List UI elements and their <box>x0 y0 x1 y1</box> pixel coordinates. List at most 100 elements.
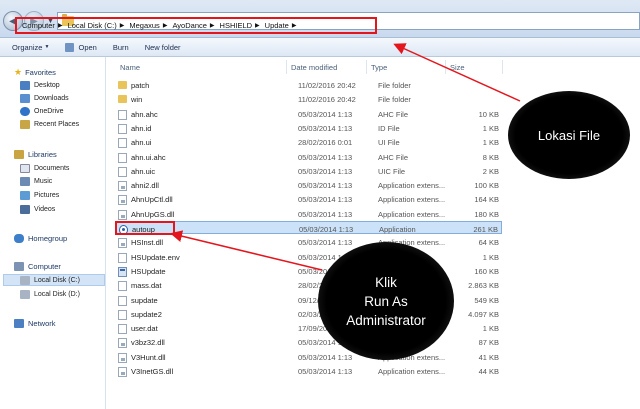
file-date: 17/09/20 <box>298 324 328 334</box>
file-row[interactable]: AhnUpGS.dll 05/03/2014 1:13 Application ex… <box>116 207 502 220</box>
file-size: 64 KB <box>478 238 499 248</box>
breadcrumb-separator-icon[interactable]: ▶ <box>58 22 63 29</box>
nav-item-local-disk-d[interactable]: Local Disk (D:) <box>20 290 80 299</box>
file-row[interactable]: V3Hunt.dll 05/03/2014 1:13 Application ext… <box>116 350 502 363</box>
folder-icon <box>118 95 127 104</box>
file-type: File folder <box>378 95 411 105</box>
breadcrumb-item[interactable]: AyoDance <box>172 21 206 30</box>
breadcrumb[interactable]: Computer ▶ Local Disk (C:) ▶ Megaxus ▶ AyoDanc… <box>15 17 377 34</box>
organize-button[interactable]: Organize ▼ <box>12 43 49 52</box>
nav-item-onedrive[interactable]: OneDrive <box>20 107 64 116</box>
music-icon <box>20 177 30 186</box>
column-header-size[interactable]: Size <box>450 63 465 72</box>
file-row[interactable]: ahn.ui.ahc 05/03/2014 1:13 AHC File 8 KB <box>116 150 502 163</box>
file-row[interactable]: v3bz32.dll 05/03/2014 1:13 87 KB <box>116 335 502 349</box>
nav-item-local-disk-c[interactable]: Local Disk (C:) <box>20 276 80 285</box>
column-divider[interactable] <box>445 60 446 74</box>
file-row[interactable]: HSUpdate.env 05/03/2014 1:13 1 KB <box>116 250 502 263</box>
column-divider[interactable] <box>502 60 503 74</box>
klik-text-line: Administrator <box>346 312 426 328</box>
nav-item-label: Downloads <box>34 95 69 102</box>
file-size: 2.863 KB <box>468 281 499 291</box>
breadcrumb-separator-icon[interactable]: ▶ <box>210 22 215 29</box>
breadcrumb-separator-icon[interactable]: ▶ <box>255 22 260 29</box>
nav-item-label: Music <box>34 178 53 185</box>
nav-item-pictures[interactable]: Pictures <box>20 191 59 200</box>
cloud-icon <box>20 107 30 116</box>
breadcrumb-item[interactable]: Update <box>265 21 289 30</box>
nav-item-recent-places[interactable]: Recent Places <box>20 120 79 129</box>
downloads-icon <box>20 94 30 103</box>
column-header-date[interactable]: Date modified <box>291 63 337 72</box>
breadcrumb-separator-icon[interactable]: ▶ <box>120 22 125 29</box>
file-size: 44 KB <box>478 367 499 376</box>
organize-label: Organize <box>12 42 43 52</box>
file-name: HSInst.dll <box>131 238 164 248</box>
nav-libraries-label: Libraries <box>28 150 57 159</box>
file-row[interactable]: ahn.ahc 05/03/2014 1:13 AHC File 10 KB <box>116 107 502 120</box>
nav-favorites-label: Favorites <box>25 68 56 77</box>
app-icon <box>118 266 127 277</box>
file-size: 2 KB <box>482 166 499 176</box>
column-header-type[interactable]: Type <box>371 63 387 72</box>
burn-button[interactable]: Burn <box>113 43 129 52</box>
nav-item-videos[interactable]: Videos <box>20 205 55 214</box>
file-type: ID File <box>378 123 400 133</box>
nav-favorites[interactable]: ★ Favorites <box>14 67 56 78</box>
dll-icon <box>118 352 127 363</box>
breadcrumb-item[interactable]: Local Disk (C:) <box>68 21 117 30</box>
file-row[interactable]: HSInst.dll 05/03/2014 1:13 Application ext… <box>116 235 502 249</box>
file-name: ahni2.dll <box>131 181 159 191</box>
burn-label: Burn <box>112 42 129 52</box>
open-label: Open <box>78 42 97 52</box>
breadcrumb-separator-icon[interactable]: ▶ <box>163 22 168 29</box>
nav-network[interactable]: Network <box>14 319 56 328</box>
breadcrumb-item[interactable]: Computer <box>22 21 55 30</box>
file-date: 11/02/2016 20:42 <box>298 81 356 90</box>
nav-item-documents[interactable]: Documents <box>20 164 69 173</box>
file-name: ahn.ahc <box>131 109 158 119</box>
command-toolbar: Organize ▼ Open Burn New folder <box>0 38 640 57</box>
file-name: HSUpdate <box>131 266 166 276</box>
column-divider[interactable] <box>286 60 287 74</box>
nav-homegroup[interactable]: Homegroup <box>14 234 67 243</box>
network-icon <box>14 319 24 328</box>
file-name: win <box>131 95 143 105</box>
breadcrumb-item[interactable]: HSHIELD <box>220 21 253 30</box>
file-row[interactable]: ahn.id 05/03/2014 1:13 ID File 1 KB <box>116 121 502 134</box>
column-divider[interactable] <box>366 60 367 74</box>
file-row[interactable]: ahn.uic 05/03/2014 1:13 UIC File 2 KB <box>116 164 502 177</box>
breadcrumb-separator-icon[interactable]: ▶ <box>292 22 297 29</box>
open-button[interactable]: Open <box>65 42 97 52</box>
file-row[interactable]: ahn.ui 28/02/2016 0:01 UI File 1 KB <box>116 135 502 149</box>
dll-icon <box>118 238 127 249</box>
drive-icon <box>20 276 30 285</box>
file-row[interactable]: AhnUpCtl.dll 05/03/2014 1:13 Application e… <box>116 192 502 206</box>
file-size: 1 KB <box>482 138 499 148</box>
file-icon <box>118 281 127 292</box>
file-size: 4.097 KB <box>468 309 499 319</box>
file-row[interactable]: ahni2.dll 05/03/2014 1:13 Application exte… <box>116 178 502 192</box>
nav-libraries[interactable]: Libraries <box>14 150 57 159</box>
nav-item-desktop[interactable]: Desktop <box>20 81 60 90</box>
nav-computer[interactable]: Computer <box>14 262 61 271</box>
file-type: Application <box>379 225 416 234</box>
file-type: AHC File <box>378 109 409 119</box>
nav-item-downloads[interactable]: Downloads <box>20 94 69 103</box>
file-type: File folder <box>378 81 411 90</box>
file-date: 05/03/2014 1:13 <box>298 109 353 119</box>
breadcrumb-item[interactable]: Megaxus <box>129 21 159 30</box>
file-name: user.dat <box>131 324 158 334</box>
file-name: V3InetGS.dll <box>131 367 174 376</box>
file-row[interactable]: patch 11/02/2016 20:42 File folder <box>116 78 502 91</box>
file-size: 549 KB <box>474 295 499 305</box>
file-row[interactable]: V3InetGS.dll 05/03/2014 1:13 Application e… <box>116 364 502 377</box>
column-header-name[interactable]: Name <box>120 63 140 72</box>
file-size: 261 KB <box>473 225 498 234</box>
new-folder-button[interactable]: New folder <box>145 43 181 52</box>
videos-icon <box>20 205 30 214</box>
file-row[interactable]: win 11/02/2016 20:42 File folder <box>116 92 502 105</box>
nav-item-music[interactable]: Music <box>20 177 52 186</box>
file-icon <box>118 252 127 263</box>
lokasi-callout: Lokasi File <box>508 91 630 179</box>
